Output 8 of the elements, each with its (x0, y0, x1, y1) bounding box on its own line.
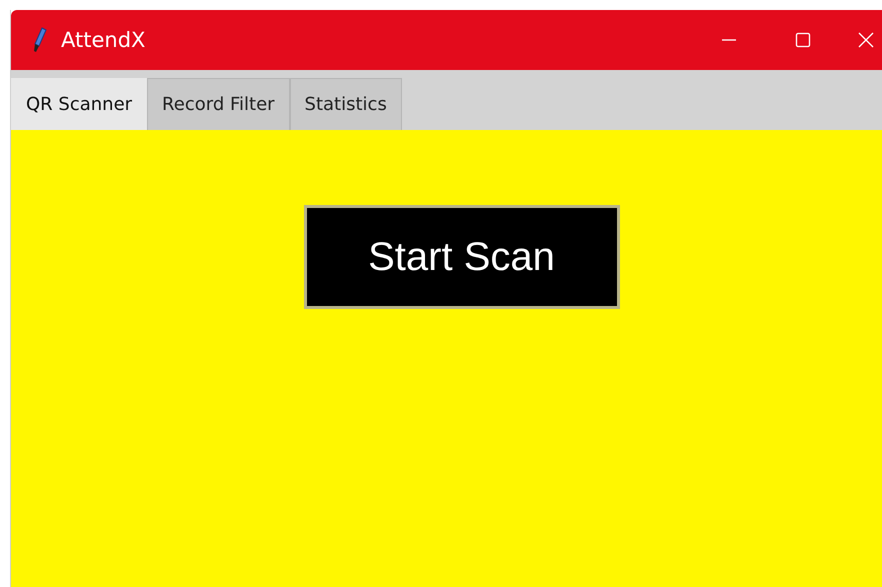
start-scan-button[interactable]: Start Scan (304, 205, 620, 309)
pen-icon (31, 27, 47, 53)
tab[interactable]: Record Filter (147, 78, 290, 130)
window-title: AttendX (61, 28, 146, 52)
tab[interactable]: QR Scanner (11, 78, 148, 130)
maximize-icon[interactable] (793, 30, 813, 50)
close-icon[interactable] (856, 30, 876, 50)
tab[interactable]: Statistics (290, 78, 402, 130)
